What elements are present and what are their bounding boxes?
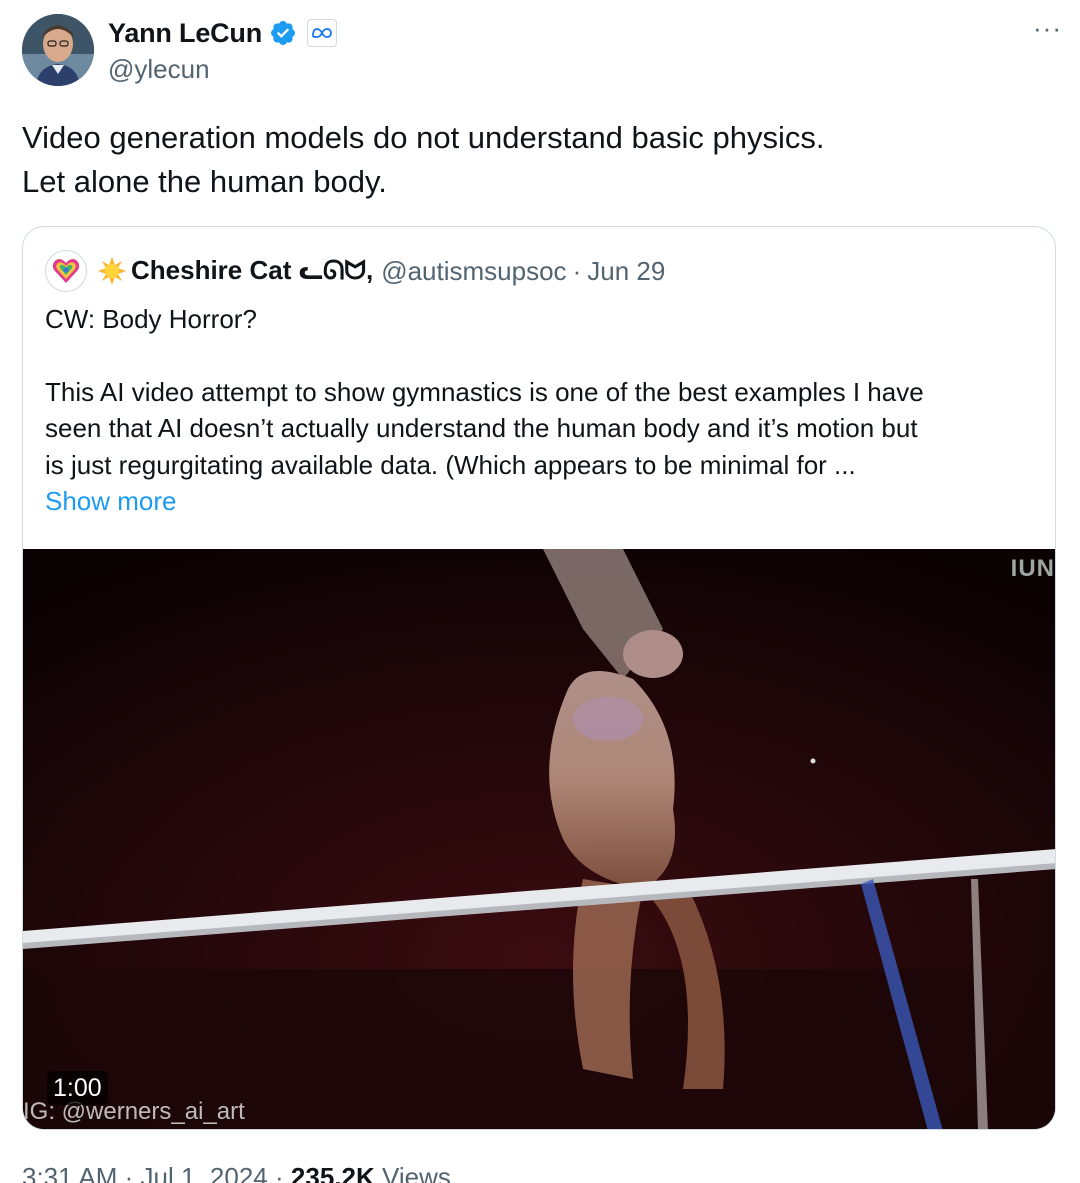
tweet-date[interactable]: Jul 1, 2024 xyxy=(141,1162,268,1183)
video-duration-badge: 1:00 xyxy=(47,1071,108,1105)
quoted-text-line: is just regurgitating available data. (W… xyxy=(45,449,856,480)
separator-dot: · xyxy=(124,1162,134,1183)
tweet-text-line: Let alone the human body. xyxy=(22,164,387,199)
tweet-time[interactable]: 3:31 AM xyxy=(22,1162,117,1183)
quoted-author-display-name[interactable]: Cheshire Cat ᓚᘏᗢ, xyxy=(131,255,373,287)
tweet-metadata: 3:31 AM · Jul 1, 2024 · 235.2K Views xyxy=(22,1162,451,1183)
quoted-tweet[interactable]: Cheshire Cat ᓚᘏᗢ, @autismsupsoc · Jun 29… xyxy=(22,226,1056,1130)
quoted-text-line: CW: Body Horror? xyxy=(45,304,257,334)
broadcast-logo: IUN xyxy=(1010,555,1055,582)
quoted-text-line: This AI video attempt to show gymnastics… xyxy=(45,376,924,407)
quoted-tweet-text: CW: Body Horror? This AI video attempt t… xyxy=(45,301,1035,520)
tweet-header: Yann LeCun @ylecun ··· xyxy=(22,12,1062,88)
tweet-text: Video generation models do not understan… xyxy=(22,116,1052,204)
quoted-tweet-header: Cheshire Cat ᓚᘏᗢ, @autismsupsoc · Jun 29 xyxy=(45,250,665,292)
author-avatar[interactable] xyxy=(22,14,94,86)
author-display-name[interactable]: Yann LeCun xyxy=(108,18,262,49)
show-more-link[interactable]: Show more xyxy=(45,483,1035,520)
verified-badge-icon xyxy=(271,21,295,45)
quoted-author-handle[interactable]: @autismsupsoc xyxy=(381,256,566,287)
quoted-text-line: seen that AI doesn’t actually understand… xyxy=(45,413,918,443)
separator-dot: · xyxy=(275,1162,284,1183)
more-options-icon[interactable]: ··· xyxy=(1033,15,1062,41)
views-label: Views xyxy=(381,1162,451,1183)
quoted-tweet-date[interactable]: Jun 29 xyxy=(587,256,665,287)
separator-dot: · xyxy=(572,255,582,286)
video-player[interactable]: IUN IG: @werners_ai_art 1:00 xyxy=(23,549,1055,1129)
tweet-text-line: Video generation models do not understan… xyxy=(22,120,825,155)
views-count: 235.2K xyxy=(290,1162,375,1183)
sun-emoji-icon xyxy=(98,257,126,285)
quoted-author-avatar[interactable] xyxy=(45,250,87,292)
meta-logo-icon[interactable] xyxy=(307,19,338,47)
author-handle[interactable]: @ylecun xyxy=(108,54,210,85)
video-frame xyxy=(23,549,1055,1129)
